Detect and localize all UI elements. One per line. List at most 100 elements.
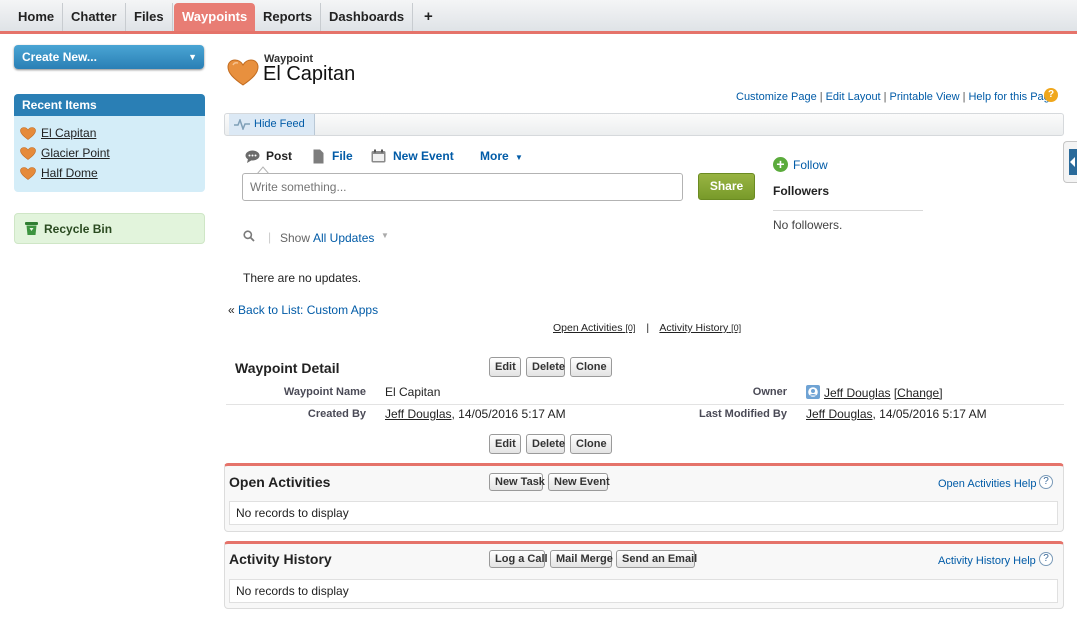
open-activities-help-link[interactable]: Open Activities Help [938, 478, 1036, 490]
activity-history-help-link[interactable]: Activity History Help [938, 555, 1036, 567]
file-icon [313, 149, 324, 164]
open-activities-link-label: Open Activities [553, 322, 623, 334]
recent-item-label: El Capitan [41, 126, 97, 140]
activity-history-empty: No records to display [229, 579, 1058, 603]
followers-title: Followers [773, 184, 830, 198]
new-task-button[interactable]: New Task [489, 473, 545, 491]
detail-section-title: Waypoint Detail [235, 360, 340, 376]
modified-by-date: , 14/05/2016 5:17 AM [872, 407, 987, 421]
tab-waypoints[interactable]: Waypoints [174, 3, 256, 31]
send-email-button[interactable]: Send an Email [616, 550, 697, 568]
recycle-bin-label: Recycle Bin [44, 222, 113, 236]
sidebar-toggle-tab[interactable] [1063, 141, 1077, 183]
created-by-date: , 14/05/2016 5:17 AM [451, 407, 566, 421]
delete-button-bottom[interactable]: Delete [526, 434, 565, 454]
share-button[interactable]: Share [698, 173, 755, 200]
separator: | [962, 91, 966, 103]
open-activities-count: [0] [625, 323, 636, 333]
post-label: Post [266, 149, 293, 163]
tab-home[interactable]: Home [10, 3, 64, 31]
waypoint-name-label: Waypoint Name [283, 386, 366, 398]
feed-post-input[interactable] [242, 173, 683, 201]
back-to-list: « Back to List: Custom Apps [228, 303, 378, 317]
recycle-bin-icon [25, 222, 38, 235]
recent-item-label: Glacier Point [41, 146, 110, 160]
activity-history-count: [0] [731, 323, 742, 333]
help-icon[interactable]: ? [1039, 552, 1053, 566]
open-activities-empty: No records to display [229, 501, 1058, 525]
chevron-down-icon: ▼ [381, 231, 389, 240]
created-by-label: Created By [307, 408, 366, 420]
more-publisher-dropdown[interactable]: More ▼ [480, 149, 523, 163]
separator: | [883, 91, 887, 103]
help-page-link[interactable]: Help for this Page [968, 91, 1055, 103]
hide-feed-button[interactable]: Hide Feed [229, 114, 315, 135]
last-modified-by-value: Jeff Douglas, 14/05/2016 5:17 AM [806, 407, 987, 421]
edit-button[interactable]: Edit [489, 357, 521, 377]
new-event-label: New Event [393, 149, 454, 163]
heart-icon [20, 167, 36, 180]
add-tab-button[interactable]: + [416, 3, 441, 31]
owner-link[interactable]: Jeff Douglas [824, 386, 891, 400]
owner-change-link[interactable]: [Change] [894, 386, 943, 400]
customize-page-link[interactable]: Customize Page [736, 91, 817, 103]
file-label: File [332, 149, 353, 163]
back-to-list-link[interactable]: Back to List: Custom Apps [238, 303, 378, 317]
edit-button-bottom[interactable]: Edit [489, 434, 521, 454]
calendar-icon [371, 149, 386, 163]
plus-circle-icon: + [773, 157, 788, 172]
tab-files[interactable]: Files [126, 3, 173, 31]
divider [773, 210, 923, 211]
owner-label: Owner [752, 386, 787, 398]
heart-icon [20, 147, 36, 160]
chevron-left-icon [1070, 157, 1075, 167]
recycle-bin-link[interactable]: Recycle Bin [14, 213, 205, 244]
printable-view-link[interactable]: Printable View [889, 91, 959, 103]
tab-reports[interactable]: Reports [255, 3, 322, 31]
clone-button-bottom[interactable]: Clone [570, 434, 612, 454]
related-list-links: Open Activities [0] | Activity History [… [553, 322, 741, 334]
divider [226, 404, 1064, 405]
clone-button[interactable]: Clone [570, 357, 612, 377]
created-by-user-link[interactable]: Jeff Douglas [385, 407, 452, 421]
feed-pulse-icon [234, 119, 250, 130]
speech-bubble-icon [245, 150, 260, 163]
no-followers-text: No followers. [773, 218, 843, 232]
chevron-down-icon: ▼ [515, 153, 523, 162]
show-label: Show [280, 231, 311, 245]
modified-by-user-link[interactable]: Jeff Douglas [806, 407, 873, 421]
show-filter-dropdown[interactable]: All Updates [313, 231, 374, 245]
waypoint-name-value: El Capitan [385, 385, 441, 399]
open-activities-title: Open Activities [229, 474, 331, 490]
page-links: Customize Page | Edit Layout | Printable Vie… [736, 91, 1056, 103]
last-modified-by-label: Last Modified By [698, 408, 787, 420]
separator: | [819, 91, 823, 103]
log-a-call-button[interactable]: Log a Call [489, 550, 548, 568]
tab-dashboards[interactable]: Dashboards [321, 3, 414, 31]
open-activities-link[interactable]: Open Activities [0] [553, 322, 635, 334]
help-icon[interactable]: ? [1044, 88, 1058, 102]
search-icon[interactable] [243, 230, 255, 242]
created-by-value: Jeff Douglas, 14/05/2016 5:17 AM [385, 407, 566, 421]
back-arrow-icon: « [228, 303, 235, 317]
recent-item-label: Half Dome [41, 166, 98, 180]
delete-button[interactable]: Delete [526, 357, 565, 377]
heart-icon [227, 59, 259, 86]
new-event-button[interactable]: New Event [548, 473, 610, 491]
edit-layout-link[interactable]: Edit Layout [826, 91, 881, 103]
create-new-label: Create New... [22, 50, 97, 64]
tab-bar: Home Chatter Files Waypoints Reports Das… [0, 0, 1077, 34]
activity-history-link[interactable]: Activity History [0] [659, 322, 741, 334]
follow-label: Follow [793, 158, 828, 172]
more-label: More [480, 149, 509, 163]
help-icon[interactable]: ? [1039, 475, 1053, 489]
separator: | [646, 322, 650, 334]
no-updates-text: There are no updates. [243, 271, 362, 285]
chevron-down-icon: ▼ [188, 52, 197, 62]
heart-icon [20, 127, 36, 140]
separator: | [268, 230, 272, 244]
user-avatar-icon [806, 385, 820, 399]
create-new-dropdown[interactable]: Create New... ▼ [14, 45, 204, 69]
tab-chatter[interactable]: Chatter [63, 3, 126, 31]
mail-merge-button[interactable]: Mail Merge [550, 550, 613, 568]
